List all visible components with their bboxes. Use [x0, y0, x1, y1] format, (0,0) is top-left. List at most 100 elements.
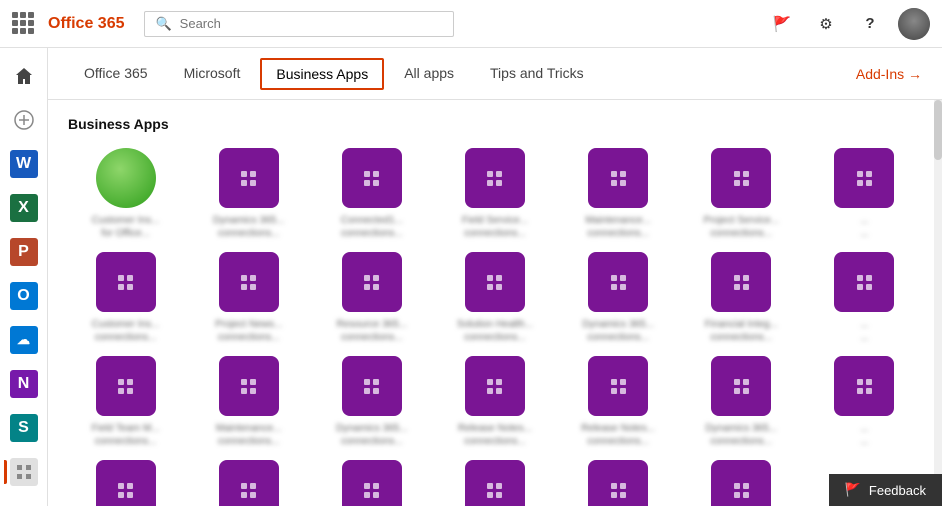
- list-item[interactable]: Dynamics 365...connections...: [684, 356, 799, 448]
- search-input[interactable]: [180, 16, 444, 31]
- app-tile-label: Field Team M...connections...: [91, 422, 159, 448]
- app-tile-icon: [588, 148, 648, 208]
- list-item[interactable]: ...: [68, 460, 183, 506]
- main-layout: W X P O ☁ N S: [0, 48, 942, 506]
- app-launcher-icon[interactable]: [12, 12, 36, 36]
- sidebar-item-home[interactable]: [4, 56, 44, 96]
- search-icon: 🔍: [155, 16, 171, 32]
- tab-office365[interactable]: Office 365: [68, 48, 164, 100]
- panel-title: Business Apps: [68, 116, 922, 132]
- list-item[interactable]: ...: [314, 460, 429, 506]
- list-item[interactable]: Project Service...connections...: [684, 148, 799, 240]
- settings-button[interactable]: ⚙: [810, 8, 842, 40]
- app-tile-icon: [711, 148, 771, 208]
- sidebar-item-add[interactable]: [4, 100, 44, 140]
- powerpoint-icon: P: [10, 238, 38, 266]
- feedback-button[interactable]: 🚩 Feedback: [829, 474, 942, 506]
- home-icon: [14, 66, 34, 86]
- list-item[interactable]: Dynamics 365...connections...: [191, 148, 306, 240]
- list-item[interactable]: ...: [684, 460, 799, 506]
- sidebar-item-excel[interactable]: X: [4, 188, 44, 228]
- list-item[interactable]: Field Service...connections...: [437, 148, 552, 240]
- app-tile-label: Customer Ins...connections...: [92, 318, 160, 344]
- tab-microsoft[interactable]: Microsoft: [168, 48, 257, 100]
- list-item[interactable]: Customer Ins...for Office...: [68, 148, 183, 240]
- excel-icon: X: [10, 194, 38, 222]
- tab-business-apps[interactable]: Business Apps: [260, 58, 384, 90]
- app-tile-icon: [588, 252, 648, 312]
- app-tile-label: Dynamics 365...connections...: [213, 214, 285, 240]
- panel: Business Apps Customer Ins...for Office.…: [48, 100, 942, 506]
- app-tile-label: Project News...connections...: [215, 318, 282, 344]
- app-tile-label: Project Service...connections...: [703, 214, 779, 240]
- list-item[interactable]: Resource 365...connections...: [314, 252, 429, 344]
- sidebar-item-onenote[interactable]: N: [4, 364, 44, 404]
- topbar-actions: 🚩 ⚙ ?: [766, 8, 930, 40]
- app-tile-label: Customer Ins...for Office...: [92, 214, 160, 240]
- list-item[interactable]: ...: [437, 460, 552, 506]
- feedback-icon: 🚩: [845, 482, 861, 498]
- avatar[interactable]: [898, 8, 930, 40]
- app-tile-icon: [342, 252, 402, 312]
- sidebar-item-all-apps[interactable]: [4, 452, 44, 492]
- app-tile-icon: [96, 148, 156, 208]
- sidebar-item-sharepoint[interactable]: S: [4, 408, 44, 448]
- sidebar-item-onedrive[interactable]: ☁: [4, 320, 44, 360]
- app-tile-label: Dynamics 365...connections...: [582, 318, 654, 344]
- list-item[interactable]: Solution Health...connections...: [437, 252, 552, 344]
- tab-all-apps[interactable]: All apps: [388, 48, 470, 100]
- list-item[interactable]: Project News...connections...: [191, 252, 306, 344]
- flag-button[interactable]: 🚩: [766, 8, 798, 40]
- outlook-icon: O: [10, 282, 38, 310]
- list-item[interactable]: ......: [807, 148, 922, 240]
- app-tile-icon: [465, 356, 525, 416]
- list-item[interactable]: Maintenance...connections...: [561, 148, 676, 240]
- app-tile-label: Maintenance...connections...: [585, 214, 651, 240]
- app-tile-icon: [219, 148, 279, 208]
- list-item[interactable]: Financial Integ...connections...: [684, 252, 799, 344]
- help-button[interactable]: ?: [854, 8, 886, 40]
- sidebar: W X P O ☁ N S: [0, 48, 48, 506]
- app-tile-label: ......: [860, 422, 868, 448]
- list-item[interactable]: Dynamics 365...connections...: [561, 252, 676, 344]
- apps-grid-row2: Customer Ins...connections... Project Ne…: [68, 252, 922, 344]
- list-item[interactable]: Maintenance...connections...: [191, 356, 306, 448]
- app-tile-icon: [834, 356, 894, 416]
- app-tile-label: Solution Health...connections...: [457, 318, 533, 344]
- apps-grid-row1: Customer Ins...for Office... Dynamics 36…: [68, 148, 922, 240]
- list-item[interactable]: ...: [191, 460, 306, 506]
- tab-tips-tricks[interactable]: Tips and Tricks: [474, 48, 600, 100]
- app-tile-icon: [342, 356, 402, 416]
- app-tile-icon: [342, 148, 402, 208]
- app-tile-label: ......: [860, 318, 868, 344]
- list-item[interactable]: Connected1...connections...: [314, 148, 429, 240]
- list-item[interactable]: Release Notes...connections...: [437, 356, 552, 448]
- list-item[interactable]: ......: [807, 252, 922, 344]
- list-item[interactable]: Customer Ins...connections...: [68, 252, 183, 344]
- sidebar-item-word[interactable]: W: [4, 144, 44, 184]
- app-tile-icon: [465, 460, 525, 506]
- app-tile-label: Maintenance...connections...: [216, 422, 282, 448]
- scrollbar-thumb[interactable]: [934, 100, 942, 160]
- sidebar-item-powerpoint[interactable]: P: [4, 232, 44, 272]
- app-tile-label: Field Service...connections...: [462, 214, 528, 240]
- list-item[interactable]: ......: [807, 356, 922, 448]
- list-item[interactable]: ...: [561, 460, 676, 506]
- sidebar-item-outlook[interactable]: O: [4, 276, 44, 316]
- app-tile-icon: [219, 252, 279, 312]
- app-tile-icon: [465, 148, 525, 208]
- app-title: Office 365: [48, 15, 124, 33]
- app-tile-icon: [834, 252, 894, 312]
- search-box[interactable]: 🔍: [144, 11, 454, 37]
- app-tile-icon: [588, 460, 648, 506]
- flag-icon: 🚩: [773, 15, 792, 33]
- apps-grid-row4: ... ... ...: [68, 460, 922, 506]
- app-tile-label: Resource 365...connections...: [337, 318, 408, 344]
- add-ins-link[interactable]: Add-Ins →: [856, 66, 922, 82]
- list-item[interactable]: Release Notes...connections...: [561, 356, 676, 448]
- list-item[interactable]: Dynamics 365...connections...: [314, 356, 429, 448]
- app-tile-icon: [711, 252, 771, 312]
- list-item[interactable]: Field Team M...connections...: [68, 356, 183, 448]
- scrollbar-track[interactable]: [934, 100, 942, 506]
- app-tile-icon: [219, 460, 279, 506]
